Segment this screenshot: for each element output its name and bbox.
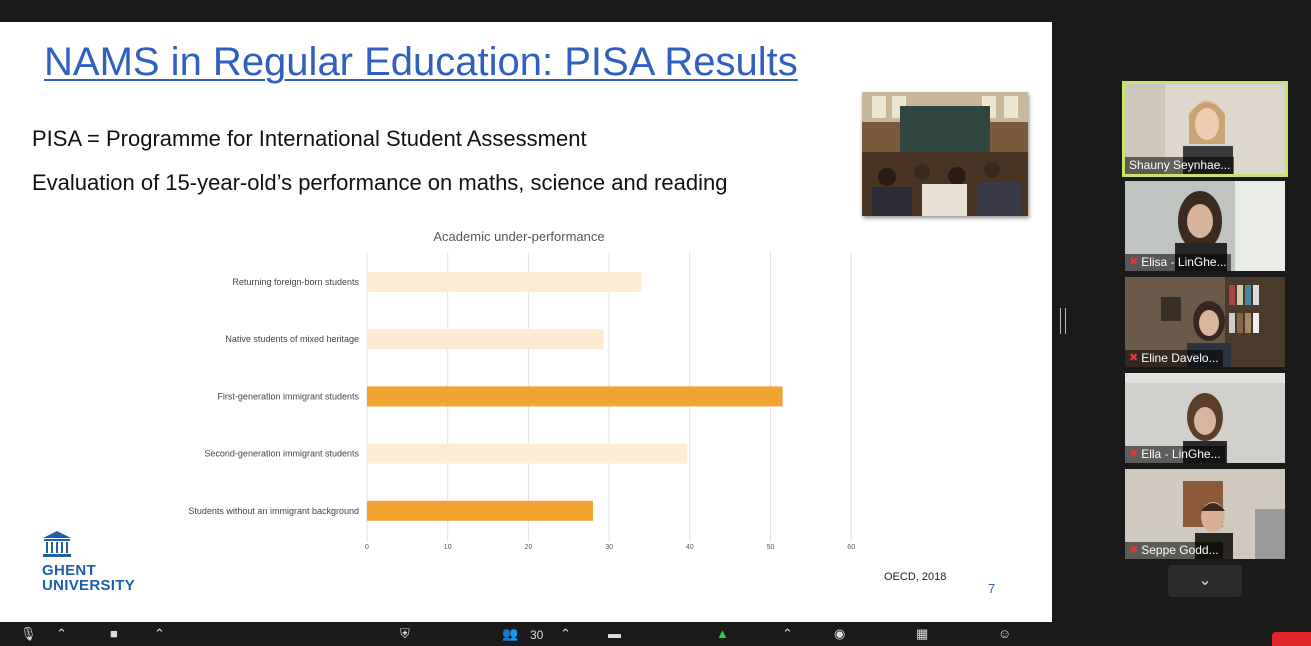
category-label: Native students of mixed heritage: [225, 334, 359, 344]
participant-tile[interactable]: ✖ Eline Davelo...: [1125, 277, 1285, 367]
microphone-muted-icon[interactable]: 🎙: [20, 626, 37, 642]
record-icon[interactable]: ◉: [834, 626, 845, 642]
video-options-chevron-icon[interactable]: ⌃: [154, 626, 165, 642]
chart-title: Academic under-performance: [433, 229, 604, 244]
category-label: Returning foreign-born students: [232, 277, 359, 287]
share-screen-icon[interactable]: ▲: [716, 626, 729, 641]
academic-underperformance-chart: Academic under-performance 0 10 20 30 40 50 60 R…: [188, 229, 855, 551]
video-camera-icon[interactable]: ■: [110, 626, 118, 641]
participants-icon[interactable]: 👥: [502, 626, 518, 642]
x-tick-label: 40: [686, 544, 694, 551]
reactions-icon[interactable]: ☺: [998, 626, 1011, 641]
shared-slide: NAMS in Regular Education: PISA Results …: [0, 22, 1052, 622]
x-tick-label: 10: [444, 544, 452, 551]
chevron-down-icon: ⌄: [1198, 572, 1212, 589]
bar: [367, 386, 783, 407]
participant-tile[interactable]: Shauny Seynhae...: [1122, 81, 1288, 177]
x-tick-label: 0: [365, 544, 369, 551]
bar: [367, 443, 688, 464]
participant-name: ✖ Seppe Godd...: [1125, 542, 1223, 559]
participant-tile[interactable]: ✖ Ella - LinGhe...: [1125, 373, 1285, 463]
logo-text-university: UNIVERSITY: [42, 577, 136, 594]
x-tick-label: 50: [767, 544, 775, 551]
participant-tile[interactable]: ✖ Seppe Godd...: [1125, 469, 1285, 559]
muted-microphone-icon: ✖: [1129, 448, 1139, 460]
participant-name: ✖ Elisa - LinGhe...: [1125, 254, 1231, 271]
muted-microphone-icon: ✖: [1129, 352, 1139, 364]
category-label: First-generation immigrant students: [217, 391, 359, 401]
participant-count: 30: [530, 628, 544, 642]
meeting-toolbar: 🎙 ⌃ ■ ⌃ ⛨ 👥 30 ⌃ ▬ ▲ ⌃ ◉ ▦ ☺: [0, 622, 1311, 646]
bar: [367, 272, 642, 292]
breakout-rooms-icon[interactable]: ▦: [916, 626, 928, 642]
muted-microphone-icon: ✖: [1129, 544, 1139, 556]
category-label: Students without an immigrant background: [188, 506, 359, 516]
category-label: Second-generation immigrant students: [204, 449, 359, 459]
participant-name: ✖ Eline Davelo...: [1125, 350, 1223, 367]
panel-resize-handle[interactable]: [1060, 308, 1066, 334]
ghent-university-logo: GHENT UNIVERSITY: [42, 530, 136, 594]
participant-panel: Shauny Seynhae... ✖ Elisa - LinGhe... ✖ El…: [1120, 0, 1311, 622]
scroll-down-button[interactable]: ⌄: [1168, 565, 1242, 597]
chat-icon[interactable]: ▬: [608, 626, 621, 641]
audio-options-chevron-icon[interactable]: ⌃: [56, 626, 67, 642]
participants-options-chevron-icon[interactable]: ⌃: [560, 626, 571, 642]
bar: [367, 500, 593, 521]
x-tick-label: 30: [605, 544, 613, 551]
participant-tile[interactable]: ✖ Elisa - LinGhe...: [1125, 181, 1285, 271]
share-options-chevron-icon[interactable]: ⌃: [782, 626, 793, 642]
bar: [367, 329, 604, 350]
participant-name: ✖ Ella - LinGhe...: [1125, 446, 1225, 463]
muted-microphone-icon: ✖: [1129, 256, 1139, 268]
university-building-icon: [43, 531, 71, 557]
slide-page-number: 7: [988, 581, 996, 596]
source-citation: OECD, 2018: [884, 571, 947, 583]
logo-text-ghent: GHENT: [42, 562, 96, 579]
x-tick-label: 20: [525, 544, 533, 551]
participant-name: Shauny Seynhae...: [1125, 157, 1235, 174]
security-shield-icon[interactable]: ⛨: [400, 626, 410, 642]
x-tick-label: 60: [847, 544, 855, 551]
window-top-bar: [0, 0, 1311, 22]
